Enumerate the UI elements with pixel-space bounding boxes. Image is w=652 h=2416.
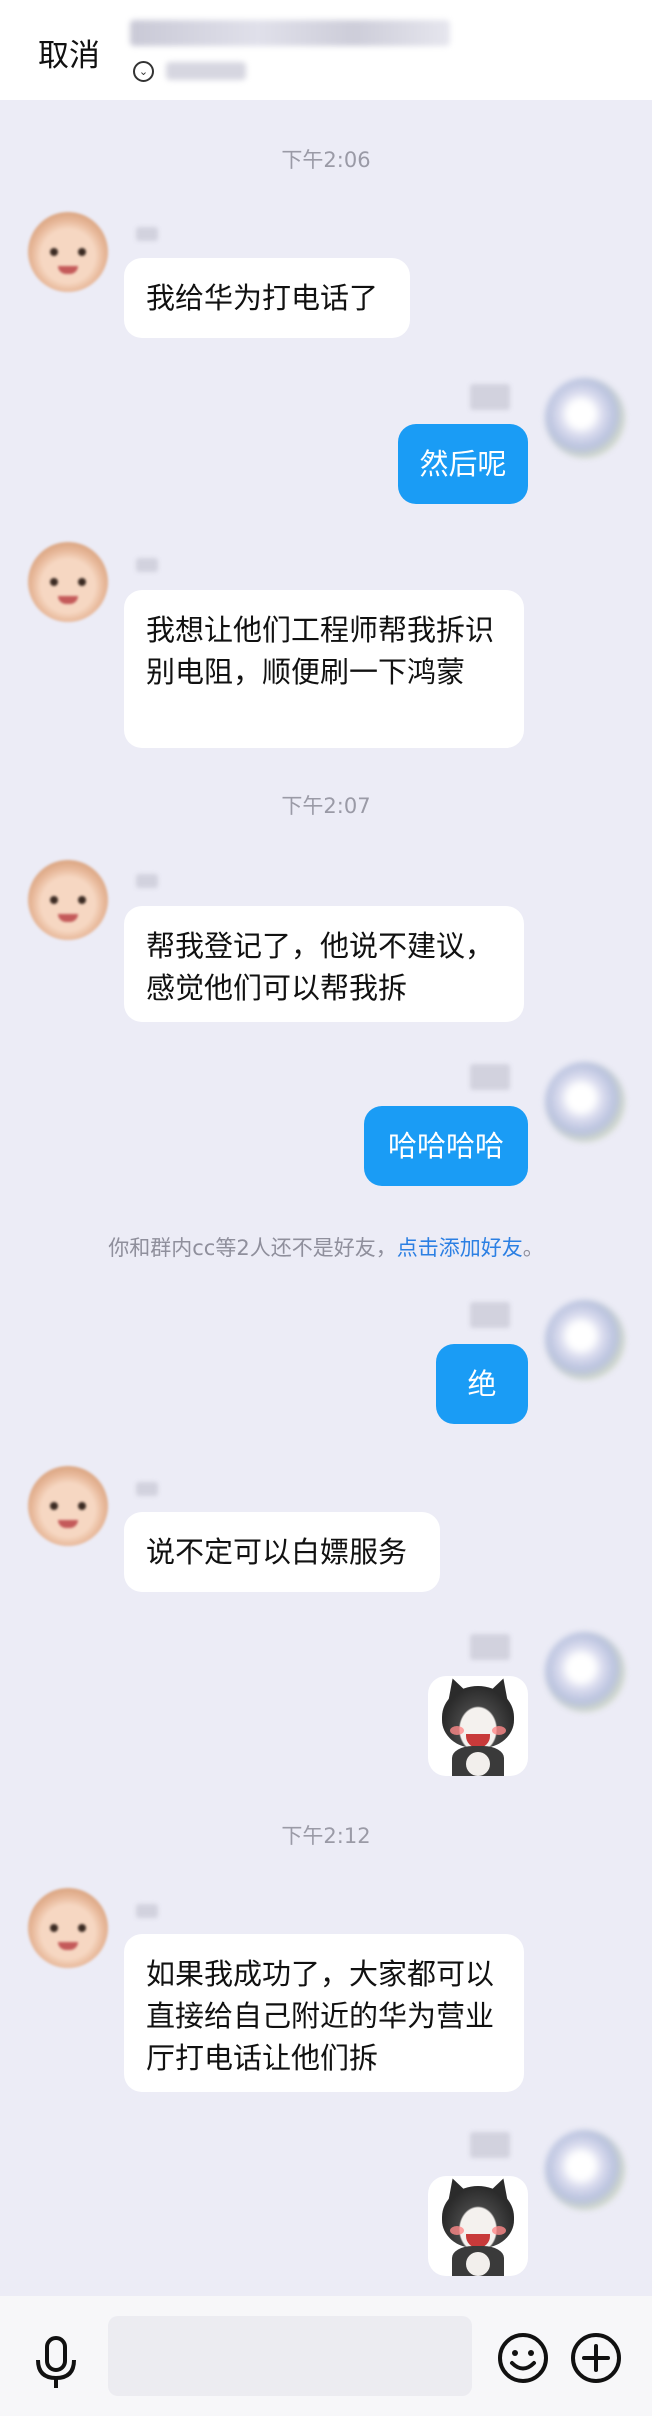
avatar[interactable] — [545, 2130, 625, 2210]
smiley-icon[interactable] — [497, 2332, 549, 2384]
sender-name-blurred — [470, 1064, 510, 1090]
timestamp: 下午2:07 — [281, 794, 371, 818]
message-input[interactable] — [108, 2316, 472, 2396]
message-bubble[interactable]: 绝 — [436, 1344, 528, 1424]
notice-text: 你和群内cc等2人还不是好友， — [108, 1236, 397, 1260]
sender-name-blurred — [136, 227, 158, 241]
sender-name-blurred — [470, 1302, 510, 1328]
message-bubble[interactable]: 帮我登记了，他说不建议，感觉他们可以帮我拆 — [124, 906, 524, 1022]
timestamp: 下午2:06 — [281, 148, 371, 172]
dog-belly — [466, 1752, 490, 1776]
sender-name-blurred — [136, 874, 158, 888]
message-bubble[interactable]: 我想让他们工程师帮我拆识别电阻，顺便刷一下鸿蒙 — [124, 590, 524, 748]
chat-subtitle[interactable]: ⌄ — [133, 60, 246, 82]
microphone-icon[interactable] — [33, 2336, 79, 2390]
avatar[interactable] — [28, 542, 108, 622]
dog-blush — [492, 2226, 506, 2235]
plus-circle-icon[interactable] — [570, 2332, 622, 2384]
chat-subtitle-blurred — [166, 62, 246, 80]
notice-suffix: 。 — [522, 1236, 544, 1260]
add-friend-link[interactable]: 点击添加好友 — [397, 1236, 523, 1260]
sender-name-blurred — [136, 1904, 158, 1918]
message-bubble[interactable]: 如果我成功了，大家都可以直接给自己附近的华为营业厅打电话让他们拆 — [124, 1934, 524, 2092]
message-bubble[interactable]: 说不定可以白嫖服务 — [124, 1512, 440, 1592]
dog-sticker[interactable] — [428, 2176, 528, 2276]
avatar[interactable] — [28, 860, 108, 940]
cancel-button[interactable]: 取消 — [38, 30, 100, 75]
dog-blush — [492, 1726, 506, 1735]
dog-blush — [450, 1726, 464, 1735]
message-bubble[interactable]: 然后呢 — [398, 424, 528, 504]
avatar[interactable] — [545, 1300, 625, 1380]
sender-name-blurred — [470, 384, 510, 410]
chat-title-blurred — [130, 20, 450, 46]
avatar[interactable] — [28, 212, 108, 292]
sender-name-blurred — [136, 1482, 158, 1496]
chevron-down-circle-icon[interactable]: ⌄ — [133, 60, 154, 82]
avatar[interactable] — [545, 378, 625, 458]
message-bubble[interactable]: 我给华为打电话了 — [124, 258, 410, 338]
message-bubble[interactable]: 哈哈哈哈 — [364, 1106, 528, 1186]
sender-name-blurred — [470, 1634, 510, 1660]
dog-blush — [450, 2226, 464, 2235]
input-bar — [0, 2296, 652, 2416]
sender-name-blurred — [136, 558, 158, 572]
avatar[interactable] — [545, 1062, 625, 1142]
avatar[interactable] — [28, 1888, 108, 1968]
avatar[interactable] — [545, 1632, 625, 1712]
timestamp: 下午2:12 — [281, 1824, 371, 1848]
sender-name-blurred — [470, 2132, 510, 2158]
dog-belly — [466, 2252, 490, 2276]
dog-sticker[interactable] — [428, 1676, 528, 1776]
friend-request-notice: 你和群内cc等2人还不是好友，点击添加好友。 — [0, 1232, 652, 1262]
avatar[interactable] — [28, 1466, 108, 1546]
chat-header: 取消 ⌄ — [0, 0, 652, 100]
